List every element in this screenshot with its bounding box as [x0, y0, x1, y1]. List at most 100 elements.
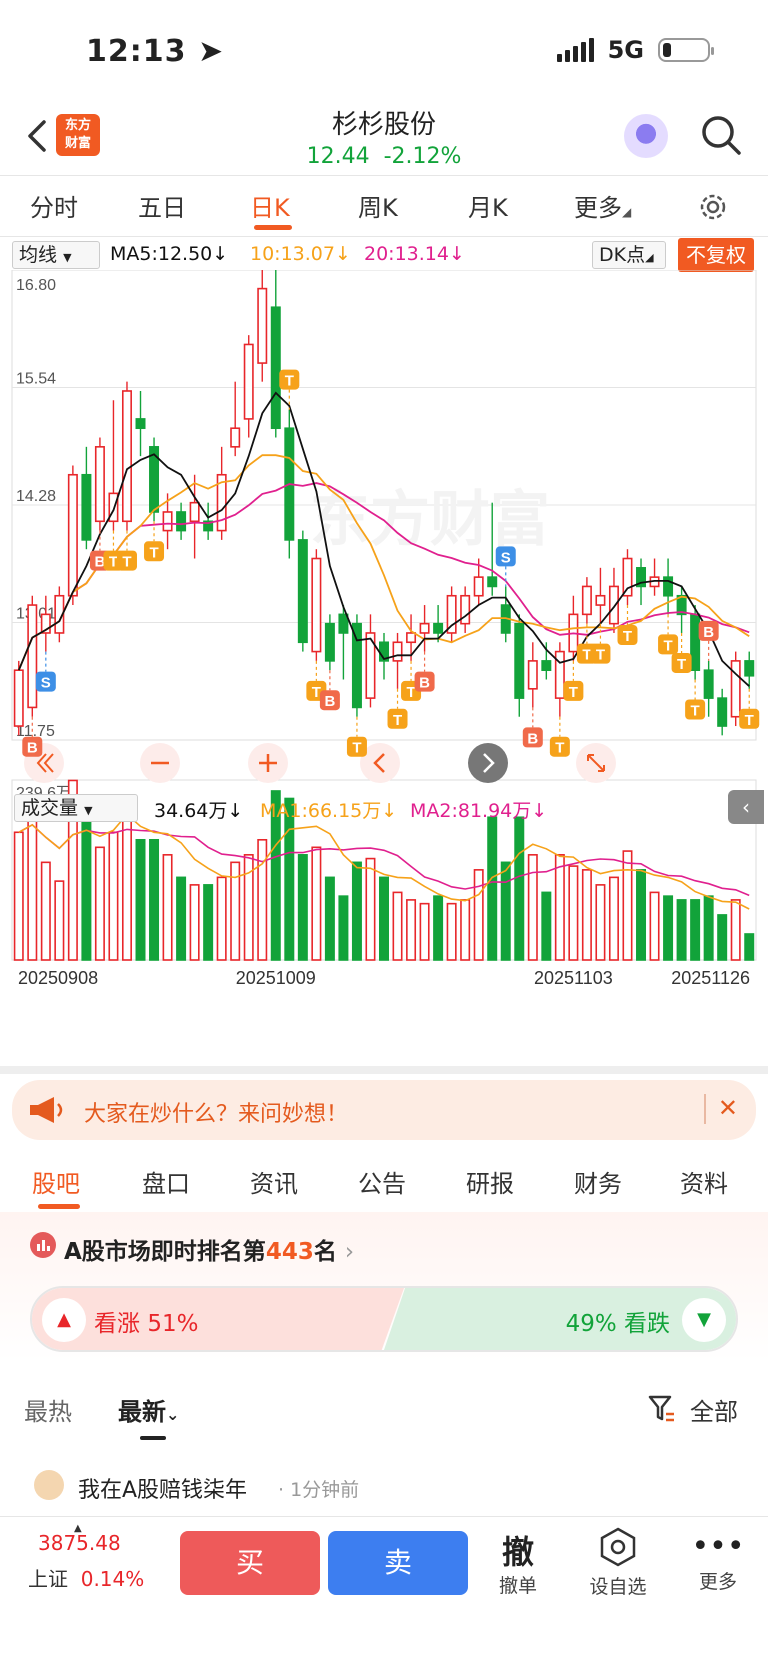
market-rank[interactable]: A股市场即时排名第443名 › — [64, 1232, 354, 1266]
candle — [13, 669, 24, 727]
tab-ziliao[interactable]: 资料 — [680, 1164, 728, 1199]
volume-ma1: MA1:66.15万↓ — [260, 800, 398, 822]
tab-guba[interactable]: 股吧 — [32, 1164, 80, 1199]
signal-label: T — [285, 373, 294, 390]
volume-bar — [135, 838, 146, 961]
tab-more[interactable]: 更多◢ — [574, 188, 631, 223]
chevron-left-icon: ‹ — [742, 795, 750, 819]
volume-bar — [514, 816, 525, 961]
candle — [121, 390, 132, 523]
dropdown-icon: ◢ — [622, 205, 632, 219]
volume-bar — [351, 861, 362, 961]
fuquan-button[interactable]: 不复权 — [678, 238, 754, 272]
scroll-right-button[interactable] — [468, 743, 508, 783]
gear-icon[interactable] — [696, 190, 730, 224]
signal-label: S — [501, 549, 511, 566]
collapse-panel-button[interactable]: ‹ — [728, 790, 764, 824]
post-item[interactable]: 我在A股赔钱柒年 · 1分钟前 — [0, 1466, 768, 1516]
assistant-robot-icon[interactable] — [624, 114, 668, 158]
volume-bar — [608, 876, 619, 961]
ma-selector[interactable]: 均线 ▼ — [12, 241, 100, 269]
buy-button[interactable]: 买 — [180, 1531, 320, 1595]
volume-bar — [703, 895, 714, 961]
signal-label: T — [393, 712, 402, 729]
signal-label: T — [569, 684, 578, 701]
volume-bar — [392, 891, 403, 961]
volume-bar — [419, 902, 430, 961]
tab-hot[interactable]: 最热 — [24, 1392, 72, 1427]
tab-pankou[interactable]: 盘口 — [142, 1164, 190, 1199]
candle — [176, 511, 187, 532]
volume-bar — [297, 854, 308, 961]
post-author[interactable]: 我在A股赔钱柒年 — [78, 1472, 247, 1504]
triangle-down-icon[interactable]: ▼ — [682, 1298, 726, 1342]
signal-label: B — [703, 624, 714, 641]
signal-label: T — [677, 656, 686, 673]
volume-bar — [636, 869, 647, 961]
volume-bar — [311, 846, 322, 961]
volume-bar — [121, 801, 132, 961]
signal-label: T — [663, 637, 672, 654]
kline-chart[interactable]: 东方财富 16.8015.5414.2813.0111.75239.6万 202… — [0, 270, 768, 1070]
signal-label: T — [122, 554, 131, 571]
triangle-up-icon[interactable]: ▲ — [42, 1298, 86, 1342]
sell-button[interactable]: 卖 — [328, 1531, 468, 1595]
volume-bar — [94, 846, 105, 961]
close-icon[interactable]: ✕ — [718, 1094, 738, 1122]
candle — [581, 585, 592, 616]
add-watchlist-button[interactable]: 设自选 — [578, 1527, 658, 1599]
volume-bar — [338, 895, 349, 961]
volume-bar — [663, 895, 674, 961]
ask-banner[interactable]: 大家在炒什么？来问妙想！ ✕ — [12, 1080, 756, 1140]
tab-gonggao[interactable]: 公告 — [358, 1164, 406, 1199]
volume-bar — [13, 831, 24, 961]
location-arrow-icon: ➤ — [197, 34, 225, 69]
tab-latest[interactable]: 最新⌄ — [118, 1392, 179, 1427]
filter-icon[interactable] — [648, 1394, 676, 1424]
tab-month-k[interactable]: 月K — [468, 188, 508, 223]
volume-bar — [203, 884, 214, 961]
candle — [460, 594, 471, 625]
volume-bar — [433, 895, 444, 961]
volume-bar — [595, 884, 606, 961]
dk-point-selector[interactable]: DK点◢ — [592, 241, 666, 269]
signal-label: T — [149, 544, 158, 561]
post-time: · 1分钟前 — [278, 1479, 360, 1501]
date-tick-label: 20251126 — [671, 968, 750, 988]
filter-all[interactable]: 全部 — [690, 1392, 738, 1427]
cancel-order-button[interactable]: 撤 撤单 — [478, 1527, 558, 1598]
status-time: 12:13 ➤ — [86, 34, 225, 69]
candle — [744, 660, 755, 677]
candle — [717, 697, 728, 727]
volume-selector[interactable]: 成交量 ▼ — [14, 794, 138, 822]
search-icon[interactable] — [700, 114, 742, 156]
tab-day-k[interactable]: 日K — [250, 188, 290, 223]
signal-label: T — [745, 712, 754, 729]
candle — [730, 660, 741, 718]
active-tab-indicator — [254, 225, 292, 230]
candle — [94, 446, 105, 523]
tab-fenshi[interactable]: 分时 — [30, 188, 78, 223]
candle — [622, 557, 633, 597]
more-button[interactable]: ••• 更多 — [678, 1527, 758, 1594]
tab-yanbao[interactable]: 研报 — [466, 1164, 514, 1199]
tab-zixun[interactable]: 资讯 — [250, 1164, 298, 1199]
bottom-toolbar: ▲ 3875.48 上证 0.14% 买 卖 撤 撤单 设自选 ••• 更多 — [0, 1516, 768, 1665]
index-ticker[interactable]: ▲ 3875.48 上证 0.14% — [28, 1523, 168, 1592]
avatar[interactable] — [34, 1470, 64, 1500]
tab-wuri[interactable]: 五日 — [138, 188, 186, 223]
signal-label: T — [312, 684, 321, 701]
dropdown-icon: ▼ — [84, 804, 93, 817]
status-indicators: 5G — [556, 36, 714, 64]
volume-bar — [149, 838, 160, 961]
chevron-right-icon: › — [344, 1239, 355, 1265]
tab-week-k[interactable]: 周K — [358, 188, 398, 223]
candle — [514, 622, 525, 699]
volume-bar — [365, 857, 376, 961]
price-tick-label: 15.54 — [16, 371, 56, 388]
vote-up-area[interactable]: ▲ 看涨 51% — [32, 1288, 404, 1350]
tab-caiwu[interactable]: 财务 — [574, 1164, 622, 1199]
vote-down-text: 49% 看跌 — [565, 1311, 670, 1337]
volume-bar — [527, 854, 538, 961]
vote-down-area[interactable]: 49% 看跌 ▼ — [384, 1288, 736, 1350]
